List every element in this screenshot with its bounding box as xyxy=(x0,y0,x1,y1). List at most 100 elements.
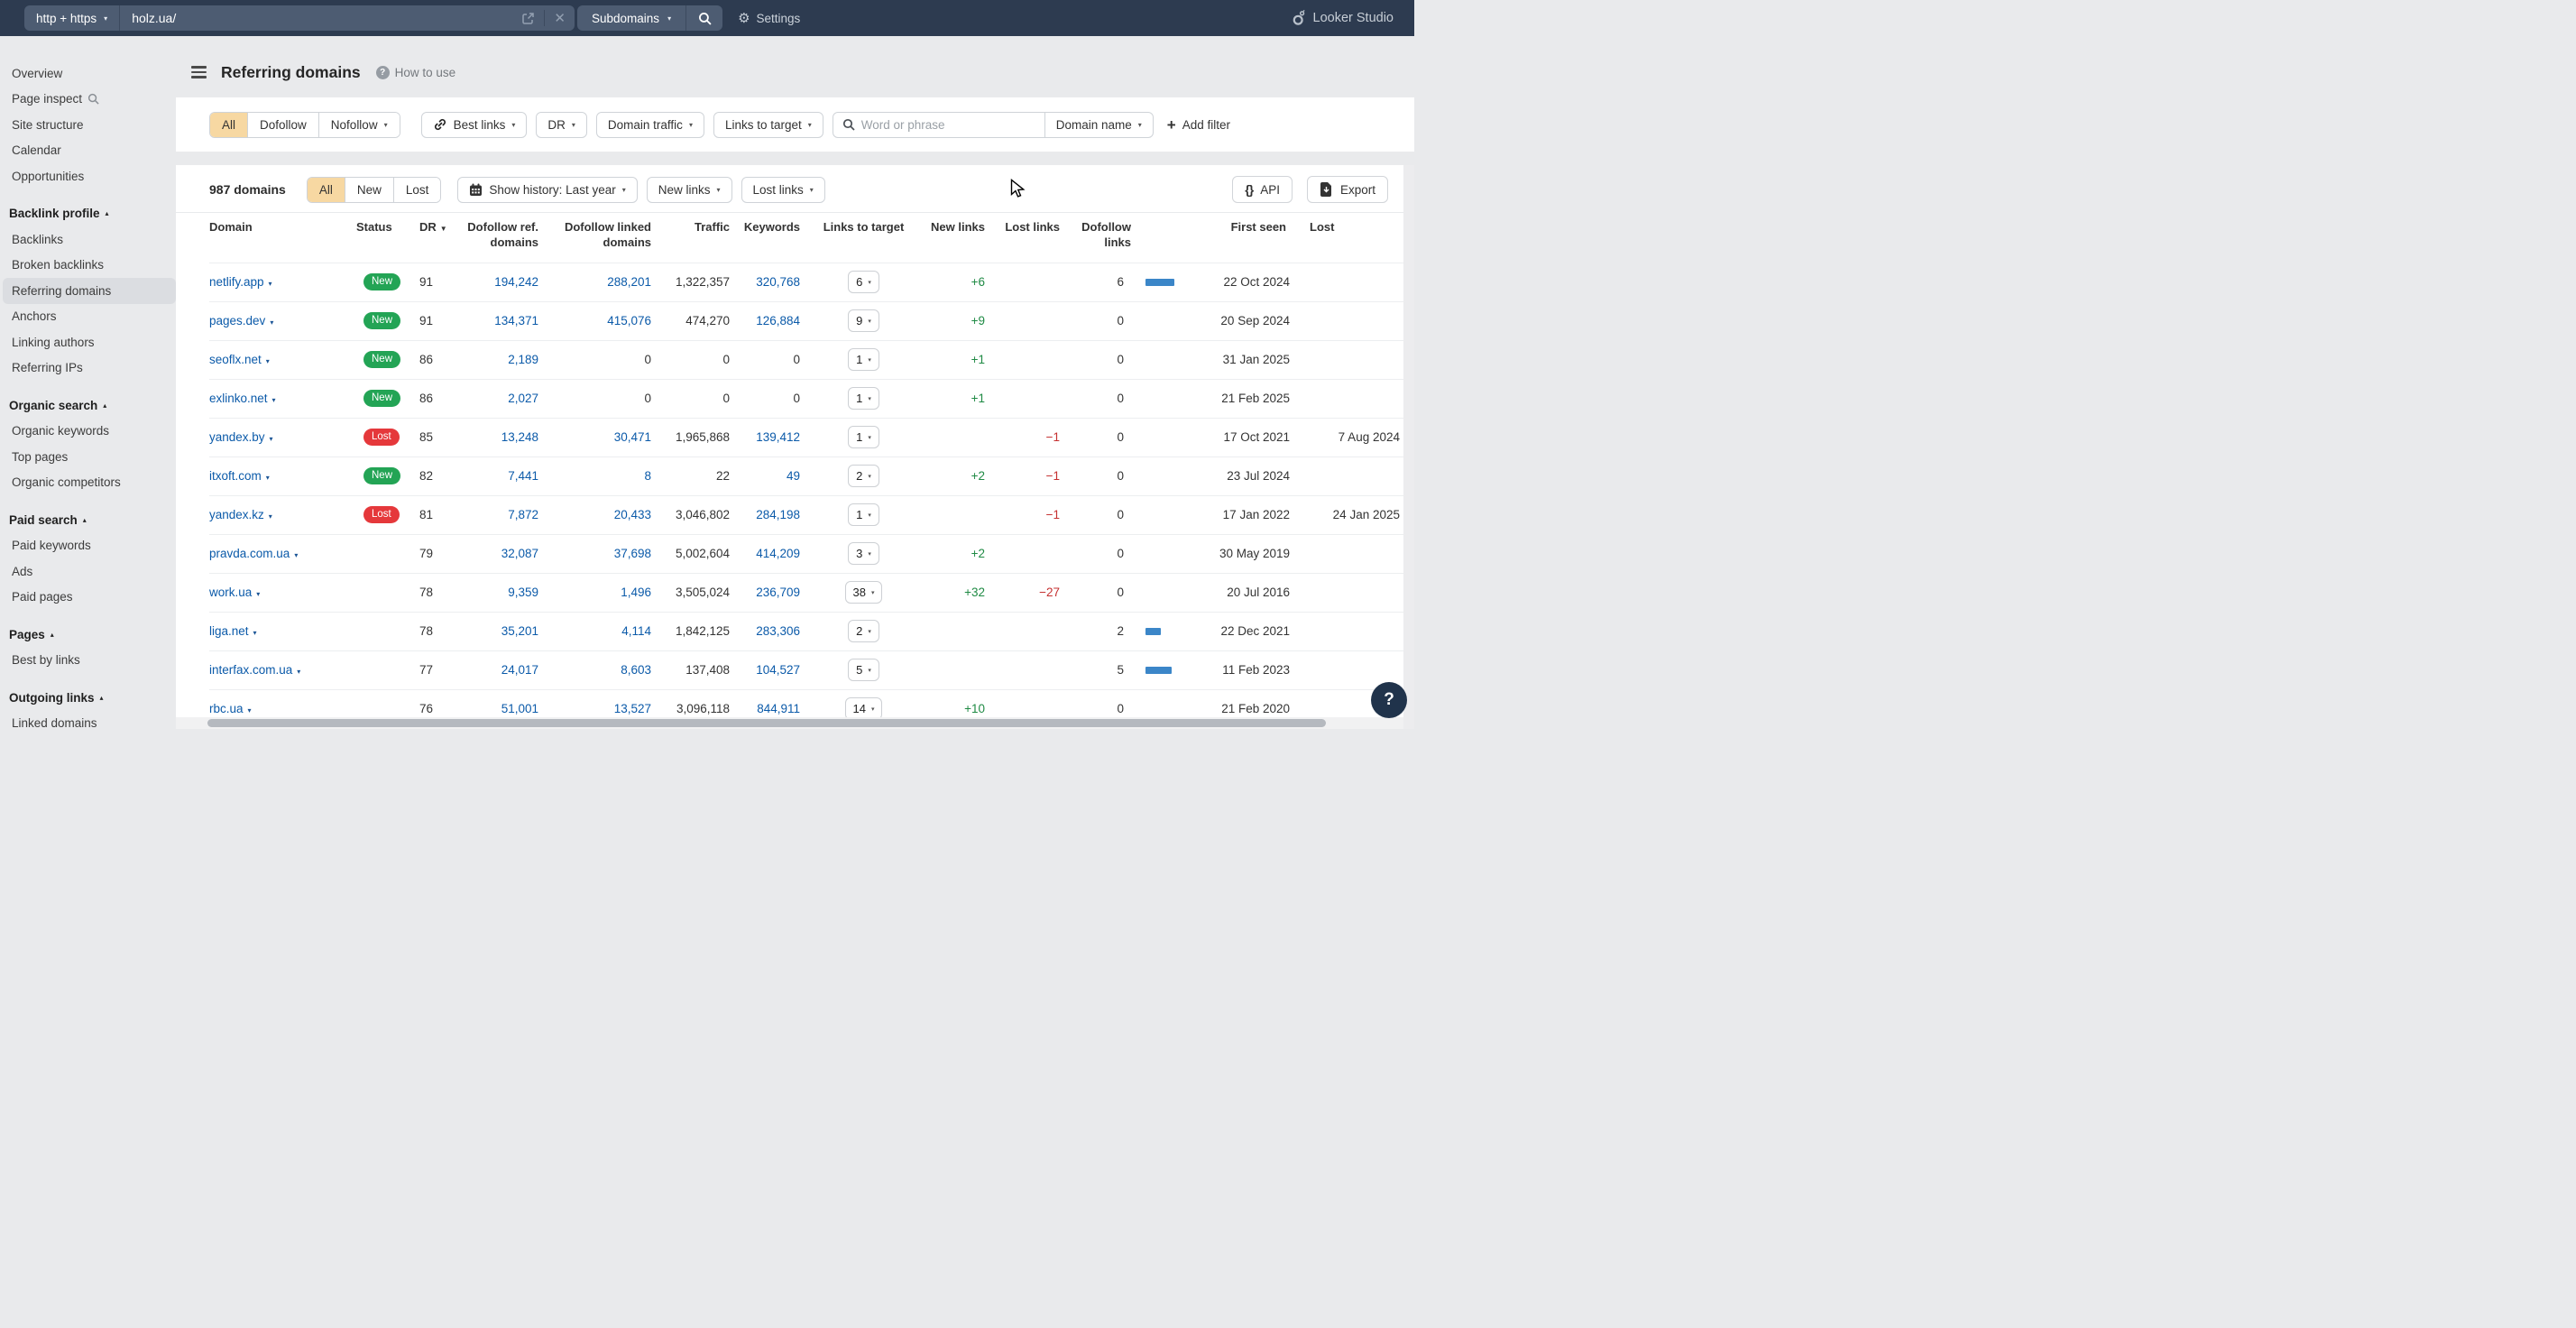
api-button[interactable]: {} API xyxy=(1232,176,1293,203)
dofollow-ref-domains-link[interactable]: 2,189 xyxy=(508,353,538,366)
domain-dropdown-caret[interactable]: ▾ xyxy=(253,629,257,637)
column-header-links-to-target[interactable]: Links to target xyxy=(807,212,920,263)
dofollow-ref-domains-link[interactable]: 7,441 xyxy=(508,469,538,483)
sidebar-item-broken-backlinks[interactable]: Broken backlinks xyxy=(3,253,176,279)
domain-dropdown-caret[interactable]: ▾ xyxy=(266,357,270,365)
sidebar-item-page-inspect[interactable]: Page inspect xyxy=(3,87,176,113)
dofollow-linked-domains-link[interactable]: 20,433 xyxy=(614,508,651,521)
lost-links-selector[interactable]: Lost links ▾ xyxy=(741,177,825,203)
domain-link[interactable]: rbc.ua xyxy=(209,702,244,715)
keywords-link[interactable]: 126,884 xyxy=(756,314,800,327)
sidebar-item-referring-domains[interactable]: Referring domains xyxy=(3,278,176,304)
links-to-target-dropdown[interactable]: 2▾ xyxy=(848,465,879,487)
domain-dropdown-caret[interactable]: ▾ xyxy=(269,280,272,288)
domain-link[interactable]: pravda.com.ua xyxy=(209,547,290,560)
domain-link[interactable]: exlinko.net xyxy=(209,392,268,405)
dr-filter[interactable]: DR ▾ xyxy=(536,112,587,138)
new-links-selector[interactable]: New links ▾ xyxy=(647,177,732,203)
follow-tab-nofollow[interactable]: Nofollow▾ xyxy=(318,113,400,137)
links-to-target-dropdown[interactable]: 2▾ xyxy=(848,620,879,642)
column-header-keywords[interactable]: Keywords xyxy=(737,212,807,263)
sidebar-item-site-structure[interactable]: Site structure xyxy=(3,112,176,138)
keywords-link[interactable]: 104,527 xyxy=(756,663,800,677)
domain-link[interactable]: seoflx.net xyxy=(209,353,262,366)
dofollow-linked-domains-link[interactable]: 8,603 xyxy=(621,663,651,677)
column-header-lost-links[interactable]: Lost links xyxy=(992,212,1067,263)
menu-icon[interactable] xyxy=(191,66,207,78)
links-to-target-dropdown[interactable]: 3▾ xyxy=(848,542,879,565)
domain-link[interactable]: yandex.by xyxy=(209,430,265,444)
column-header-domain[interactable]: Domain xyxy=(209,212,356,263)
column-header-dofollow-ref-domains[interactable]: Dofollow ref. domains xyxy=(460,212,546,263)
dofollow-linked-domains-link[interactable]: 4,114 xyxy=(621,624,651,638)
protocol-selector[interactable]: http + https ▾ xyxy=(24,5,119,31)
dofollow-ref-domains-link[interactable]: 24,017 xyxy=(501,663,538,677)
horizontal-scrollbar-track[interactable] xyxy=(176,717,1414,729)
domain-traffic-filter[interactable]: Domain traffic ▾ xyxy=(596,112,704,138)
subdomains-selector[interactable]: Subdomains ▾ xyxy=(577,5,685,31)
column-header-dofollow-linked-domains[interactable]: Dofollow linked domains xyxy=(546,212,658,263)
follow-tab-all[interactable]: All xyxy=(210,113,247,137)
follow-tab-dofollow[interactable]: Dofollow xyxy=(247,113,318,137)
sidebar-section-organic-search[interactable]: Organic search▴ xyxy=(0,392,176,419)
sidebar-item-top-pages[interactable]: Top pages xyxy=(3,444,176,470)
dofollow-linked-domains-link[interactable]: 288,201 xyxy=(607,275,651,289)
keywords-link[interactable]: 236,709 xyxy=(756,586,800,599)
domain-dropdown-caret[interactable]: ▾ xyxy=(248,706,252,715)
links-to-target-dropdown[interactable]: 38▾ xyxy=(845,581,883,604)
dofollow-ref-domains-link[interactable]: 134,371 xyxy=(494,314,538,327)
domain-dropdown-caret[interactable]: ▾ xyxy=(270,318,273,327)
dofollow-ref-domains-link[interactable]: 9,359 xyxy=(508,586,538,599)
column-header-status[interactable]: Status xyxy=(356,212,410,263)
domain-dropdown-caret[interactable]: ▾ xyxy=(270,435,273,443)
best-links-filter[interactable]: Best links ▾ xyxy=(421,112,528,138)
keywords-link[interactable]: 844,911 xyxy=(757,702,800,715)
sidebar-item-organic-keywords[interactable]: Organic keywords xyxy=(3,419,176,445)
sidebar-item-paid-pages[interactable]: Paid pages xyxy=(3,585,176,611)
domain-link[interactable]: itxoft.com xyxy=(209,469,262,483)
links-to-target-dropdown[interactable]: 1▾ xyxy=(848,426,879,448)
add-filter-button[interactable]: + Add filter xyxy=(1167,117,1230,133)
domain-link[interactable]: yandex.kz xyxy=(209,508,264,521)
dofollow-ref-domains-link[interactable]: 13,248 xyxy=(501,430,538,444)
domain-link[interactable]: interfax.com.ua xyxy=(209,663,292,677)
dofollow-linked-domains-link[interactable]: 8 xyxy=(644,469,651,483)
search-button[interactable] xyxy=(686,5,722,31)
sidebar-item-anchors[interactable]: Anchors xyxy=(3,304,176,330)
sidebar-item-overview[interactable]: Overview xyxy=(3,60,176,87)
sidebar-section-backlink-profile[interactable]: Backlink profile▴ xyxy=(0,201,176,227)
target-url-input[interactable] xyxy=(132,11,512,25)
domain-link[interactable]: work.ua xyxy=(209,586,252,599)
looker-studio-brand[interactable]: Looker Studio xyxy=(1292,10,1394,26)
domain-dropdown-caret[interactable]: ▾ xyxy=(266,474,270,482)
vertical-scrollbar-track[interactable] xyxy=(1403,165,1414,729)
domain-dropdown-caret[interactable]: ▾ xyxy=(272,396,276,404)
column-header-dofollow-links[interactable]: Dofollow links xyxy=(1067,212,1182,263)
dofollow-linked-domains-link[interactable]: 30,471 xyxy=(614,430,651,444)
column-header-new-links[interactable]: New links xyxy=(920,212,992,263)
open-external-icon[interactable] xyxy=(521,12,535,25)
clear-url-icon[interactable]: ✕ xyxy=(554,10,566,26)
column-header-traffic[interactable]: Traffic xyxy=(658,212,737,263)
status-tab-new[interactable]: New xyxy=(345,178,393,202)
column-header-first-seen[interactable]: First seen xyxy=(1182,212,1293,263)
keywords-link[interactable]: 284,198 xyxy=(756,508,800,521)
links-to-target-dropdown[interactable]: 5▾ xyxy=(848,659,879,681)
domain-dropdown-caret[interactable]: ▾ xyxy=(297,668,300,676)
domain-dropdown-caret[interactable]: ▾ xyxy=(269,512,272,521)
status-tab-lost[interactable]: Lost xyxy=(393,178,441,202)
dofollow-ref-domains-link[interactable]: 32,087 xyxy=(501,547,538,560)
links-to-target-dropdown[interactable]: 1▾ xyxy=(848,503,879,526)
help-fab-button[interactable]: ? xyxy=(1371,682,1407,718)
links-to-target-dropdown[interactable]: 1▾ xyxy=(848,387,879,410)
links-to-target-filter[interactable]: Links to target ▾ xyxy=(713,112,823,138)
status-tab-all[interactable]: All xyxy=(308,178,345,202)
keywords-link[interactable]: 139,412 xyxy=(756,430,800,444)
domain-dropdown-caret[interactable]: ▾ xyxy=(256,590,260,598)
dofollow-ref-domains-link[interactable]: 7,872 xyxy=(508,508,538,521)
sidebar-item-backlinks[interactable]: Backlinks xyxy=(3,226,176,253)
keywords-link[interactable]: 49 xyxy=(787,469,800,483)
column-header-lost[interactable]: Lost xyxy=(1293,212,1403,263)
domain-link[interactable]: liga.net xyxy=(209,624,249,638)
dofollow-ref-domains-link[interactable]: 2,027 xyxy=(508,392,538,405)
